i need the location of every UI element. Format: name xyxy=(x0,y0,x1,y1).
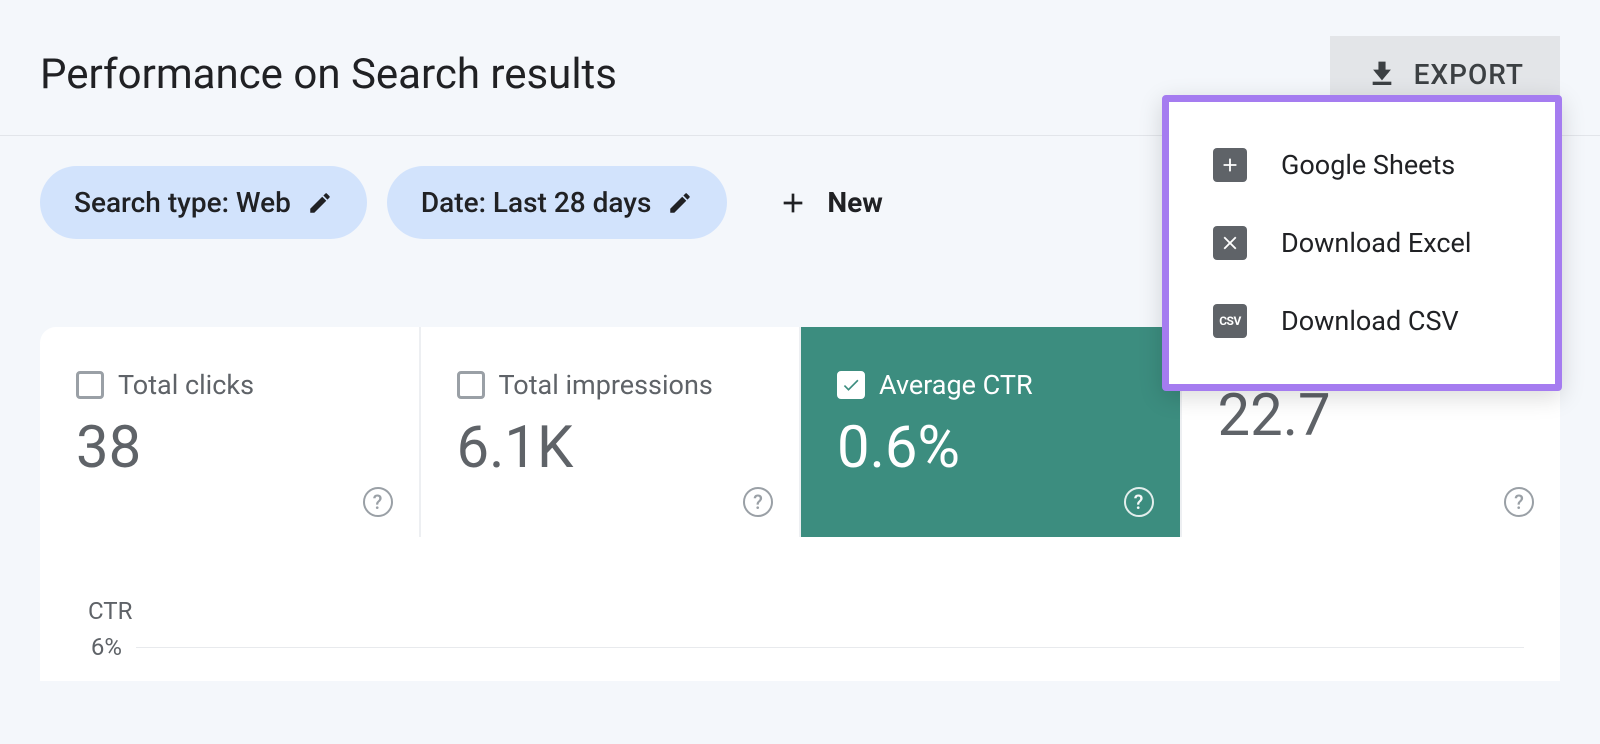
checkbox-icon[interactable] xyxy=(76,371,104,399)
export-menu-item-download-csv[interactable]: CSV Download CSV xyxy=(1169,282,1555,360)
help-icon[interactable]: ? xyxy=(363,487,393,517)
help-icon[interactable]: ? xyxy=(743,487,773,517)
chart-y-axis-label: CTR xyxy=(88,597,1524,625)
csv-icon: CSV xyxy=(1213,304,1247,338)
filter-date-label: Date: Last 28 days xyxy=(421,186,652,219)
download-icon xyxy=(1366,59,1398,91)
filter-search-type[interactable]: Search type: Web xyxy=(40,166,367,239)
metric-label: Total impressions xyxy=(499,369,713,401)
filter-date[interactable]: Date: Last 28 days xyxy=(387,166,728,239)
checkbox-checked-icon[interactable] xyxy=(837,371,865,399)
checkbox-icon[interactable] xyxy=(457,371,485,399)
add-filter-button[interactable]: New xyxy=(747,172,912,233)
pencil-icon xyxy=(307,190,333,216)
metric-value: 22.7 xyxy=(1218,385,1537,449)
sheets-icon xyxy=(1213,148,1247,182)
help-icon[interactable]: ? xyxy=(1504,487,1534,517)
metric-label: Average CTR xyxy=(879,369,1033,401)
filter-search-type-label: Search type: Web xyxy=(74,186,291,219)
metric-value: 0.6% xyxy=(837,417,1156,481)
chart-tick-label: 6% xyxy=(76,633,122,661)
export-dropdown-menu: Google Sheets Download Excel CSV Downloa… xyxy=(1162,95,1562,391)
metric-card-average-ctr[interactable]: Average CTR 0.6% ? xyxy=(801,327,1182,537)
excel-icon xyxy=(1213,226,1247,260)
metric-label: Total clicks xyxy=(118,369,254,401)
pencil-icon xyxy=(667,190,693,216)
metric-value: 6.1K xyxy=(457,417,776,481)
export-menu-item-label: Google Sheets xyxy=(1281,149,1455,181)
help-icon[interactable]: ? xyxy=(1124,487,1154,517)
export-menu-item-label: Download CSV xyxy=(1281,305,1459,337)
export-button-label: EXPORT xyxy=(1414,58,1524,91)
page-title: Performance on Search results xyxy=(40,50,617,99)
metric-card-total-impressions[interactable]: Total impressions 6.1K ? xyxy=(421,327,802,537)
add-filter-label: New xyxy=(827,186,882,219)
metric-value: 38 xyxy=(76,417,395,481)
chart-gridline xyxy=(136,647,1524,648)
export-menu-item-label: Download Excel xyxy=(1281,227,1471,259)
plus-icon xyxy=(777,187,809,219)
chart-area: CTR 6% xyxy=(40,537,1560,681)
export-menu-item-download-excel[interactable]: Download Excel xyxy=(1169,204,1555,282)
metric-card-total-clicks[interactable]: Total clicks 38 ? xyxy=(40,327,421,537)
chart-gridline-row: 6% xyxy=(76,633,1524,661)
export-menu-item-google-sheets[interactable]: Google Sheets xyxy=(1169,126,1555,204)
